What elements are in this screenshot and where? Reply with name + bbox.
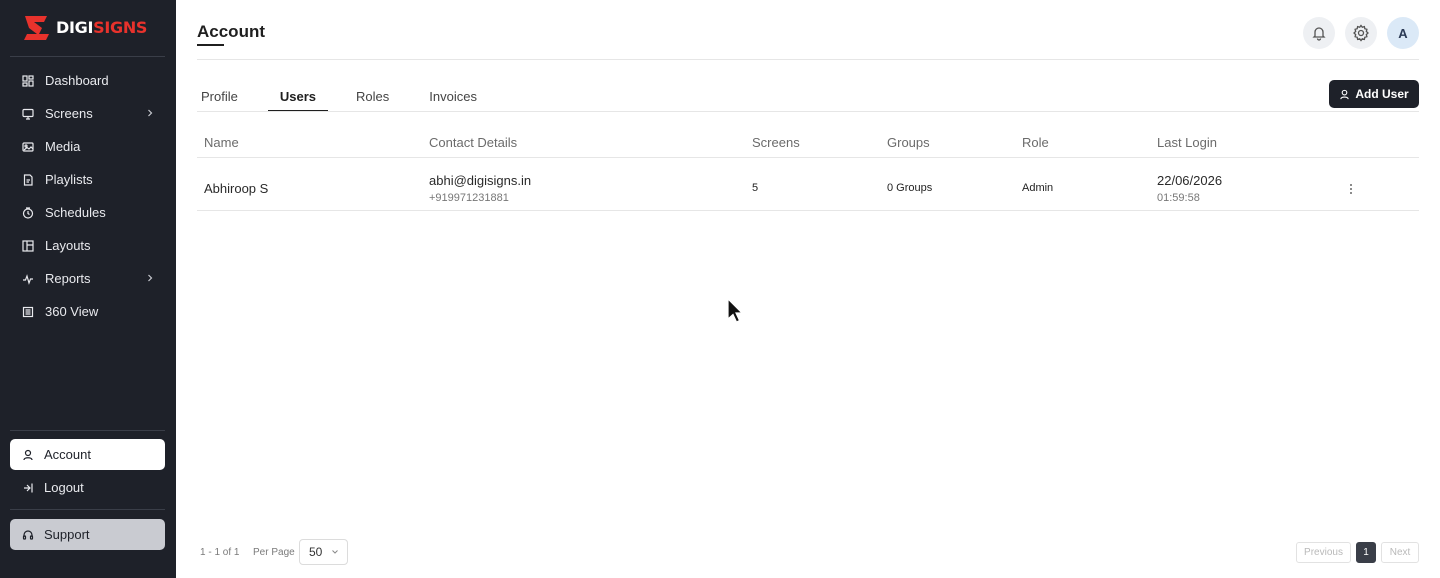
column-header-last-login[interactable]: Last Login xyxy=(1157,135,1217,150)
page-title: Account xyxy=(197,22,265,41)
user-groups: 0 Groups xyxy=(887,182,933,194)
tab-profile[interactable]: Profile xyxy=(201,80,238,112)
sidebar-item-logout[interactable]: Logout xyxy=(10,472,165,503)
sidebar-item-label: Account xyxy=(44,447,91,462)
sidebar-divider xyxy=(10,509,165,510)
sidebar-item-media[interactable]: Media xyxy=(10,130,165,163)
sidebar-item-layouts[interactable]: Layouts xyxy=(10,229,165,262)
row-actions-button[interactable] xyxy=(1342,180,1360,198)
sidebar-item-label: 360 View xyxy=(45,304,99,319)
mouse-cursor-icon xyxy=(727,298,743,323)
chevron-right-icon xyxy=(148,274,153,282)
sidebar-item-label: Screens xyxy=(45,106,93,121)
sidebar-item-label: Media xyxy=(45,139,81,154)
add-user-button[interactable]: Add User xyxy=(1329,80,1419,108)
table-row-divider xyxy=(197,210,1419,211)
sidebar-item-label: Reports xyxy=(45,271,91,286)
sidebar-item-label: Dashboard xyxy=(45,73,109,88)
table-header-divider xyxy=(197,157,1419,158)
list-icon xyxy=(21,305,34,318)
tab-invoices[interactable]: Invoices xyxy=(429,80,477,112)
last-login-date: 22/06/2026 xyxy=(1157,173,1223,188)
column-header-contact[interactable]: Contact Details xyxy=(429,135,517,150)
logo-text: DIGISIGNS xyxy=(56,17,148,37)
more-vertical-icon xyxy=(1350,184,1352,194)
sidebar: DIGISIGNS Dashboard Screens Media Playli… xyxy=(0,0,176,578)
sidebar-item-playlists[interactable]: Playlists xyxy=(10,163,165,196)
per-page-value: 50 xyxy=(309,545,323,559)
gear-icon xyxy=(1353,24,1369,42)
logo-mark-icon xyxy=(24,16,49,40)
support-button[interactable]: Support xyxy=(10,519,165,550)
per-page-select[interactable]: 50 xyxy=(299,539,348,565)
add-user-label: Add User xyxy=(1355,87,1409,101)
sidebar-item-label: Schedules xyxy=(45,205,106,220)
tabs-divider xyxy=(197,111,1419,112)
per-page-label: Per Page xyxy=(253,547,295,558)
dashboard-icon xyxy=(21,74,34,87)
user-screens-count: 5 xyxy=(752,182,759,194)
headset-icon xyxy=(21,528,34,541)
tab-bar: Profile Users Roles Invoices xyxy=(197,80,477,112)
digisigns-logo[interactable]: DIGISIGNS xyxy=(22,12,147,42)
sidebar-item-label: Logout xyxy=(44,480,84,495)
activity-icon xyxy=(21,272,34,285)
previous-page-button[interactable]: Previous xyxy=(1296,542,1351,563)
logout-icon xyxy=(21,481,34,494)
sidebar-item-account[interactable]: Account xyxy=(10,439,165,470)
sidebar-item-label: Layouts xyxy=(45,238,91,253)
header-divider xyxy=(197,59,1419,60)
user-role: Admin xyxy=(1022,182,1054,194)
avatar[interactable]: A xyxy=(1387,17,1419,49)
page-1-button[interactable]: 1 xyxy=(1356,542,1376,563)
tab-roles[interactable]: Roles xyxy=(356,80,389,112)
sidebar-item-label: Playlists xyxy=(45,172,93,187)
sidebar-divider xyxy=(10,430,165,431)
user-name: Abhiroop S xyxy=(204,181,269,196)
playlist-icon xyxy=(21,173,34,186)
user-email: abhi@digisigns.in xyxy=(429,173,532,188)
clock-icon xyxy=(21,206,34,219)
column-header-groups[interactable]: Groups xyxy=(887,135,930,150)
column-header-name[interactable]: Name xyxy=(204,135,239,150)
title-underline xyxy=(197,44,224,46)
support-label: Support xyxy=(44,527,90,542)
layout-icon xyxy=(21,239,34,252)
next-page-button[interactable]: Next xyxy=(1381,542,1419,563)
chevron-right-icon xyxy=(148,109,153,117)
user-icon xyxy=(21,448,34,461)
notifications-button[interactable] xyxy=(1303,17,1335,49)
last-login-time: 01:59:58 xyxy=(1157,192,1200,204)
monitor-icon xyxy=(21,107,34,120)
column-header-role[interactable]: Role xyxy=(1022,135,1049,150)
tab-users[interactable]: Users xyxy=(267,80,329,112)
column-header-screens[interactable]: Screens xyxy=(752,135,800,150)
sidebar-item-reports[interactable]: Reports xyxy=(10,262,165,295)
sidebar-divider xyxy=(10,56,165,57)
sidebar-item-360-view[interactable]: 360 View xyxy=(10,295,165,328)
media-icon xyxy=(21,140,34,153)
user-phone: +919971231881 xyxy=(429,192,509,204)
bell-icon xyxy=(1312,27,1326,41)
sidebar-item-screens[interactable]: Screens xyxy=(10,97,165,130)
sidebar-item-schedules[interactable]: Schedules xyxy=(10,196,165,229)
sidebar-item-dashboard[interactable]: Dashboard xyxy=(10,64,165,97)
user-icon xyxy=(1340,89,1350,99)
chevron-down-icon xyxy=(332,550,338,554)
pagination-range: 1 - 1 of 1 xyxy=(200,547,240,558)
settings-button[interactable] xyxy=(1345,17,1377,49)
sidebar-nav: Dashboard Screens Media Playlists Schedu… xyxy=(10,64,165,328)
